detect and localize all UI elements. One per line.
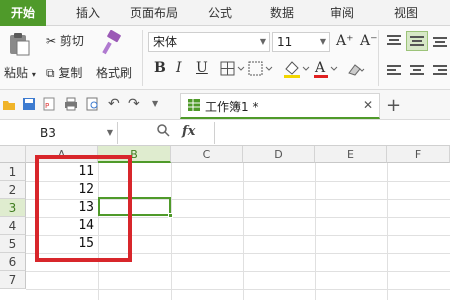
align-middle-icon[interactable]: [406, 31, 428, 51]
bold-button[interactable]: B: [154, 60, 166, 76]
row-header-7[interactable]: 7: [0, 271, 26, 289]
chevron-down-icon[interactable]: ▼: [152, 97, 166, 111]
align-center-icon[interactable]: [409, 64, 425, 81]
gridline: [171, 163, 172, 300]
row-header-5[interactable]: 5: [0, 235, 26, 253]
chevron-down-icon: ▼: [106, 128, 113, 137]
chevron-down-icon: ▼: [319, 37, 326, 46]
column-header-c[interactable]: C: [171, 146, 243, 163]
print-icon[interactable]: [64, 97, 78, 111]
format-painter-button[interactable]: 格式刷: [96, 64, 132, 81]
font-name-select[interactable]: 宋体 ▼: [148, 32, 270, 52]
align-left-icon[interactable]: [386, 64, 402, 81]
row-header-2[interactable]: 2: [0, 181, 26, 199]
export-pdf-icon[interactable]: P: [42, 97, 56, 111]
borders-icon[interactable]: [220, 61, 246, 80]
ribbon-divider: [142, 30, 143, 86]
column-header-e[interactable]: E: [315, 146, 387, 163]
cell-fill-pattern-icon[interactable]: [248, 61, 274, 80]
row-header-6[interactable]: 6: [0, 253, 26, 271]
tab-home[interactable]: 开始: [0, 0, 46, 26]
zoom-icon[interactable]: [156, 123, 170, 141]
open-folder-icon[interactable]: [2, 97, 16, 111]
scissors-icon: ✂: [46, 34, 57, 48]
italic-button[interactable]: I: [176, 60, 182, 76]
chevron-down-icon: ▼: [259, 37, 266, 46]
gridline: [387, 163, 388, 300]
align-bottom-icon[interactable]: [432, 34, 448, 51]
underline-button[interactable]: U: [196, 60, 208, 76]
new-tab-button[interactable]: +: [386, 95, 401, 116]
clear-format-icon[interactable]: [346, 61, 366, 80]
row-header-1[interactable]: 1: [0, 163, 26, 181]
select-all-corner[interactable]: [0, 146, 26, 163]
fill-color-icon[interactable]: [282, 59, 312, 82]
paste-button[interactable]: 粘贴 ▾: [4, 64, 36, 81]
tab-data[interactable]: 数据: [260, 0, 304, 26]
formula-bar: B3 ▼ fx: [0, 120, 450, 146]
document-tab[interactable]: 工作簿1 * ✕: [180, 93, 380, 119]
cut-button[interactable]: ✂ 剪切: [46, 32, 84, 49]
fill-handle[interactable]: [168, 213, 173, 218]
paste-icon[interactable]: [8, 32, 30, 59]
print-preview-icon[interactable]: [86, 97, 100, 111]
document-tab-title: 工作簿1 *: [205, 100, 259, 114]
align-right-icon[interactable]: [432, 64, 448, 81]
font-size-select[interactable]: 11 ▼: [272, 32, 330, 52]
format-painter-icon[interactable]: [100, 29, 124, 59]
tab-formulas[interactable]: 公式: [198, 0, 242, 26]
close-icon[interactable]: ✕: [363, 98, 373, 112]
row-header-4[interactable]: 4: [0, 217, 26, 235]
copy-icon: ⧉: [46, 66, 55, 80]
column-header-d[interactable]: D: [243, 146, 315, 163]
ribbon-divider: [378, 30, 379, 86]
gridline: [243, 163, 244, 300]
font-color-icon[interactable]: A: [312, 59, 342, 82]
gridline: [315, 163, 316, 300]
copy-button[interactable]: ⧉ 复制: [46, 64, 82, 81]
name-box[interactable]: B3 ▼: [0, 122, 118, 144]
column-header-f[interactable]: F: [387, 146, 450, 163]
align-top-icon[interactable]: [386, 34, 402, 51]
undo-icon[interactable]: ↶: [108, 97, 122, 111]
formula-input[interactable]: [214, 122, 450, 144]
tab-page-layout[interactable]: 页面布局: [120, 0, 188, 26]
ribbon-panel: 粘贴 ▾ ✂ 剪切 ⧉ 复制 格式刷 宋体 ▼ 11 ▼ A⁺ A⁻ B I U A: [0, 26, 450, 90]
svg-text:P: P: [45, 102, 49, 110]
workbook-icon: [187, 98, 201, 115]
ribbon-tab-bar: 开始 插入 页面布局 公式 数据 审阅 视图: [0, 0, 450, 26]
tab-review[interactable]: 审阅: [320, 0, 364, 26]
save-icon[interactable]: [22, 97, 36, 111]
insert-function-button[interactable]: fx: [182, 124, 195, 139]
tab-view[interactable]: 视图: [384, 0, 428, 26]
spreadsheet-grid: A B C D E F 1 2 3 4 5 6 7 11 12 13 14 15: [0, 146, 450, 300]
highlight-annotation-box: [35, 155, 132, 262]
redo-icon[interactable]: ↷: [128, 97, 142, 111]
shrink-font-button[interactable]: A⁻: [360, 33, 378, 49]
svg-text:A: A: [314, 60, 326, 76]
tab-insert[interactable]: 插入: [66, 0, 110, 26]
grow-font-button[interactable]: A⁺: [336, 33, 354, 49]
quick-access-bar: P ↶ ↷ ▼ 工作簿1 * ✕ +: [0, 90, 450, 120]
row-header-3[interactable]: 3: [0, 199, 26, 217]
